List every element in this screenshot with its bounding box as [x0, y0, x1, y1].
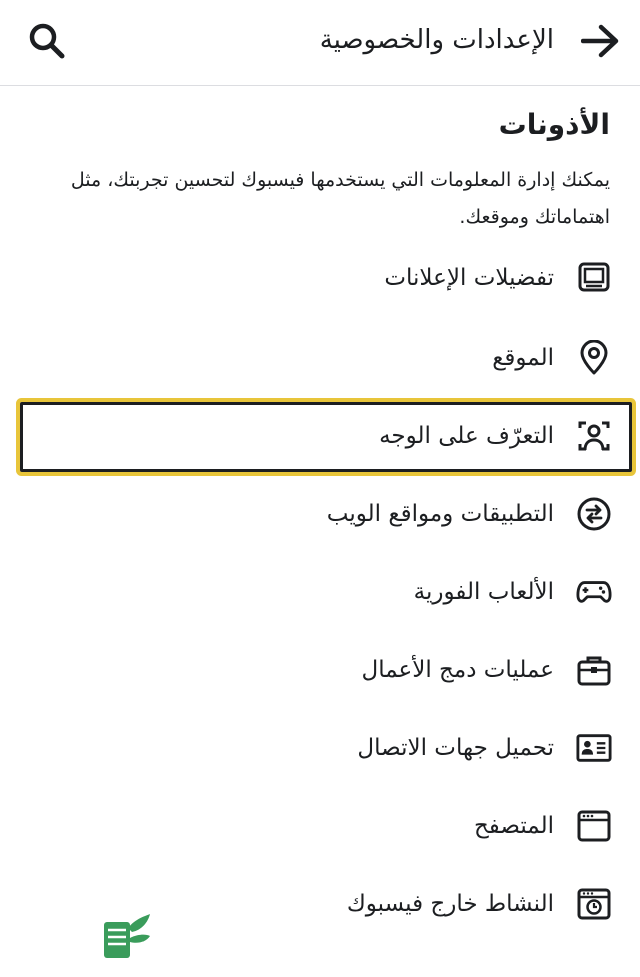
- menu-item-label: التعرّف على الوجه: [379, 423, 554, 449]
- menu-item-location[interactable]: الموقع: [0, 320, 640, 398]
- face-recognition-icon: [576, 418, 612, 454]
- menu-item-business-integrations[interactable]: عمليات دمج الأعمال: [0, 632, 640, 710]
- menu-item-label: الموقع: [492, 345, 554, 371]
- activity-history-icon: [576, 886, 612, 922]
- back-button[interactable]: [578, 18, 624, 64]
- arrow-right-icon: [581, 24, 619, 58]
- page-title: الإعدادات والخصوصية: [319, 25, 554, 55]
- top-bar: الإعدادات والخصوصية: [0, 0, 640, 86]
- menu-item-label: تفضيلات الإعلانات: [384, 265, 554, 291]
- ads-monitor-icon: [576, 260, 612, 296]
- search-button[interactable]: [22, 18, 72, 64]
- menu-item-label: التطبيقات ومواقع الويب: [326, 501, 554, 527]
- menu-item-ad-preferences[interactable]: تفضيلات الإعلانات: [0, 240, 640, 318]
- menu-item-label: الألعاب الفورية: [413, 579, 554, 605]
- apps-exchange-icon: [576, 496, 612, 532]
- search-icon: [29, 23, 65, 59]
- watermark-logo: فكرة: [0, 908, 160, 973]
- section-description: يمكنك إدارة المعلومات التي يستخدمها فيسب…: [70, 169, 610, 228]
- menu-item-label: المتصفح: [473, 813, 554, 839]
- menu-item-label: النشاط خارج فيسبوك: [346, 891, 554, 917]
- gamepad-icon: [576, 574, 612, 610]
- section-title: الأذونات: [498, 108, 610, 141]
- menu-item-upload-contacts[interactable]: تحميل جهات الاتصال: [0, 710, 640, 788]
- menu-item-face-recognition[interactable]: التعرّف على الوجه: [0, 398, 640, 476]
- menu-item-instant-games[interactable]: الألعاب الفورية: [0, 554, 640, 632]
- contact-card-icon: [576, 730, 612, 766]
- briefcase-icon: [576, 652, 612, 688]
- menu-item-label: تحميل جهات الاتصال: [357, 735, 554, 761]
- browser-window-icon: [576, 808, 612, 844]
- menu-item-browser[interactable]: المتصفح: [0, 788, 640, 866]
- menu-item-label: عمليات دمج الأعمال: [361, 657, 554, 683]
- svg-text:فكرة: فكرة: [0, 924, 2, 970]
- location-pin-icon: [576, 340, 612, 376]
- menu-item-apps-websites[interactable]: التطبيقات ومواقع الويب: [0, 476, 640, 554]
